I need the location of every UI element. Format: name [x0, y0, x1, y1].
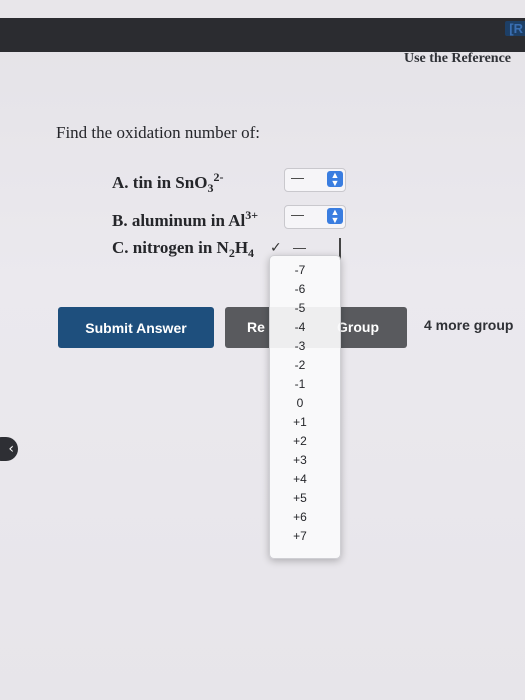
dropdown-options: -7 -6 -5 -4 -3 -2 -1 0 +1 +2 +3 +4 +5 +6 +7 [270, 256, 340, 546]
dropdown-option[interactable]: +2 [270, 432, 330, 451]
answer-select-c-value[interactable]: — [293, 240, 306, 255]
checkmark-icon: ✓ [270, 240, 282, 256]
question-b-label: B. aluminum in Al [112, 211, 246, 230]
dropdown-option[interactable]: -4 [270, 318, 330, 337]
reference-link[interactable]: Use the Reference [404, 51, 511, 67]
question-a: A. tin in SnO32- [112, 170, 223, 196]
question-c-label: C. nitrogen in N [112, 238, 229, 257]
answer-select-b[interactable]: — ▲ ▼ [284, 205, 346, 229]
question-c-mid: H [234, 238, 249, 257]
toolbar-link[interactable]: [R [505, 21, 525, 36]
dropdown-option[interactable]: +4 [270, 470, 330, 489]
submit-answer-button[interactable]: Submit Answer [58, 307, 214, 348]
more-groups-text: 4 more group [424, 317, 514, 333]
dropdown-option[interactable]: 0 [270, 394, 330, 413]
retry-group-label-right: Group [337, 319, 379, 335]
question-a-label: A. tin in SnO [112, 173, 208, 192]
dropdown-option[interactable]: +1 [270, 413, 330, 432]
dropdown-option[interactable]: -1 [270, 375, 330, 394]
dropdown-option[interactable]: +3 [270, 451, 330, 470]
question-b-sup: 3+ [245, 208, 259, 222]
answer-select-b-value: — [291, 207, 304, 222]
top-band [0, 0, 525, 18]
dropdown-option[interactable]: -3 [270, 337, 330, 356]
dropdown-option[interactable]: -2 [270, 356, 330, 375]
select-updown-icon: ▲ ▼ [327, 208, 343, 225]
dropdown-option[interactable]: +5 [270, 489, 330, 508]
dropdown-option[interactable]: +7 [270, 527, 330, 546]
retry-group-label-left: Re [247, 319, 265, 335]
dropdown-option[interactable]: -6 [270, 280, 330, 299]
question-c-sub2: 4 [248, 246, 255, 260]
question-prompt: Find the oxidation number of: [56, 123, 260, 142]
dropdown-option[interactable]: -7 [270, 261, 330, 280]
back-chevron-icon[interactable]: ‹ [0, 437, 18, 461]
oxidation-dropdown-menu[interactable]: -7 -6 -5 -4 -3 -2 -1 0 +1 +2 +3 +4 +5 +6 +7 [269, 255, 341, 559]
select-updown-icon: ▲ ▼ [327, 171, 343, 188]
dropdown-option[interactable]: +6 [270, 508, 330, 527]
toolbar: [R [0, 18, 525, 52]
question-b: B. aluminum in Al3+ [112, 208, 258, 231]
question-a-sup: 2- [213, 170, 224, 184]
question-c: C. nitrogen in N2H4 [112, 238, 254, 261]
dropdown-option[interactable]: -5 [270, 299, 330, 318]
answer-select-a-value: — [291, 170, 304, 185]
answer-select-a[interactable]: — ▲ ▼ [284, 168, 346, 192]
